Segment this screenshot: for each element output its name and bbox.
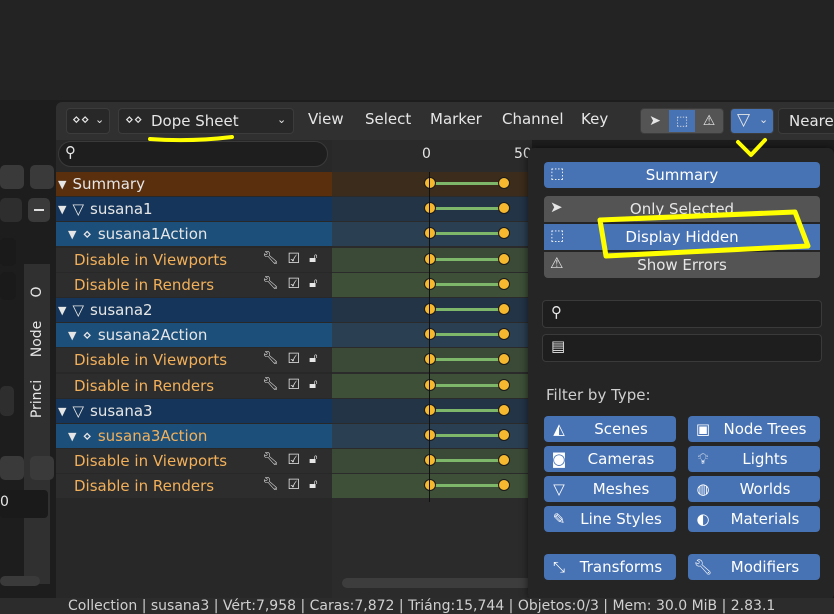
- status-text: Collection | susana3 | Vért:7,958 | Cara…: [68, 598, 776, 614]
- annotation-overlay: [148, 135, 811, 259]
- underline-mark: [148, 135, 234, 143]
- status-bar: Collection | susana3 | Vért:7,958 | Cara…: [0, 598, 834, 614]
- highlight-box: [597, 209, 811, 259]
- blender-window: O Node Princi 0 ⋄⋄ ⌄ ⋄⋄ Dope Sheet ⌄ Vie…: [0, 0, 834, 614]
- arrow-mark: [736, 138, 767, 157]
